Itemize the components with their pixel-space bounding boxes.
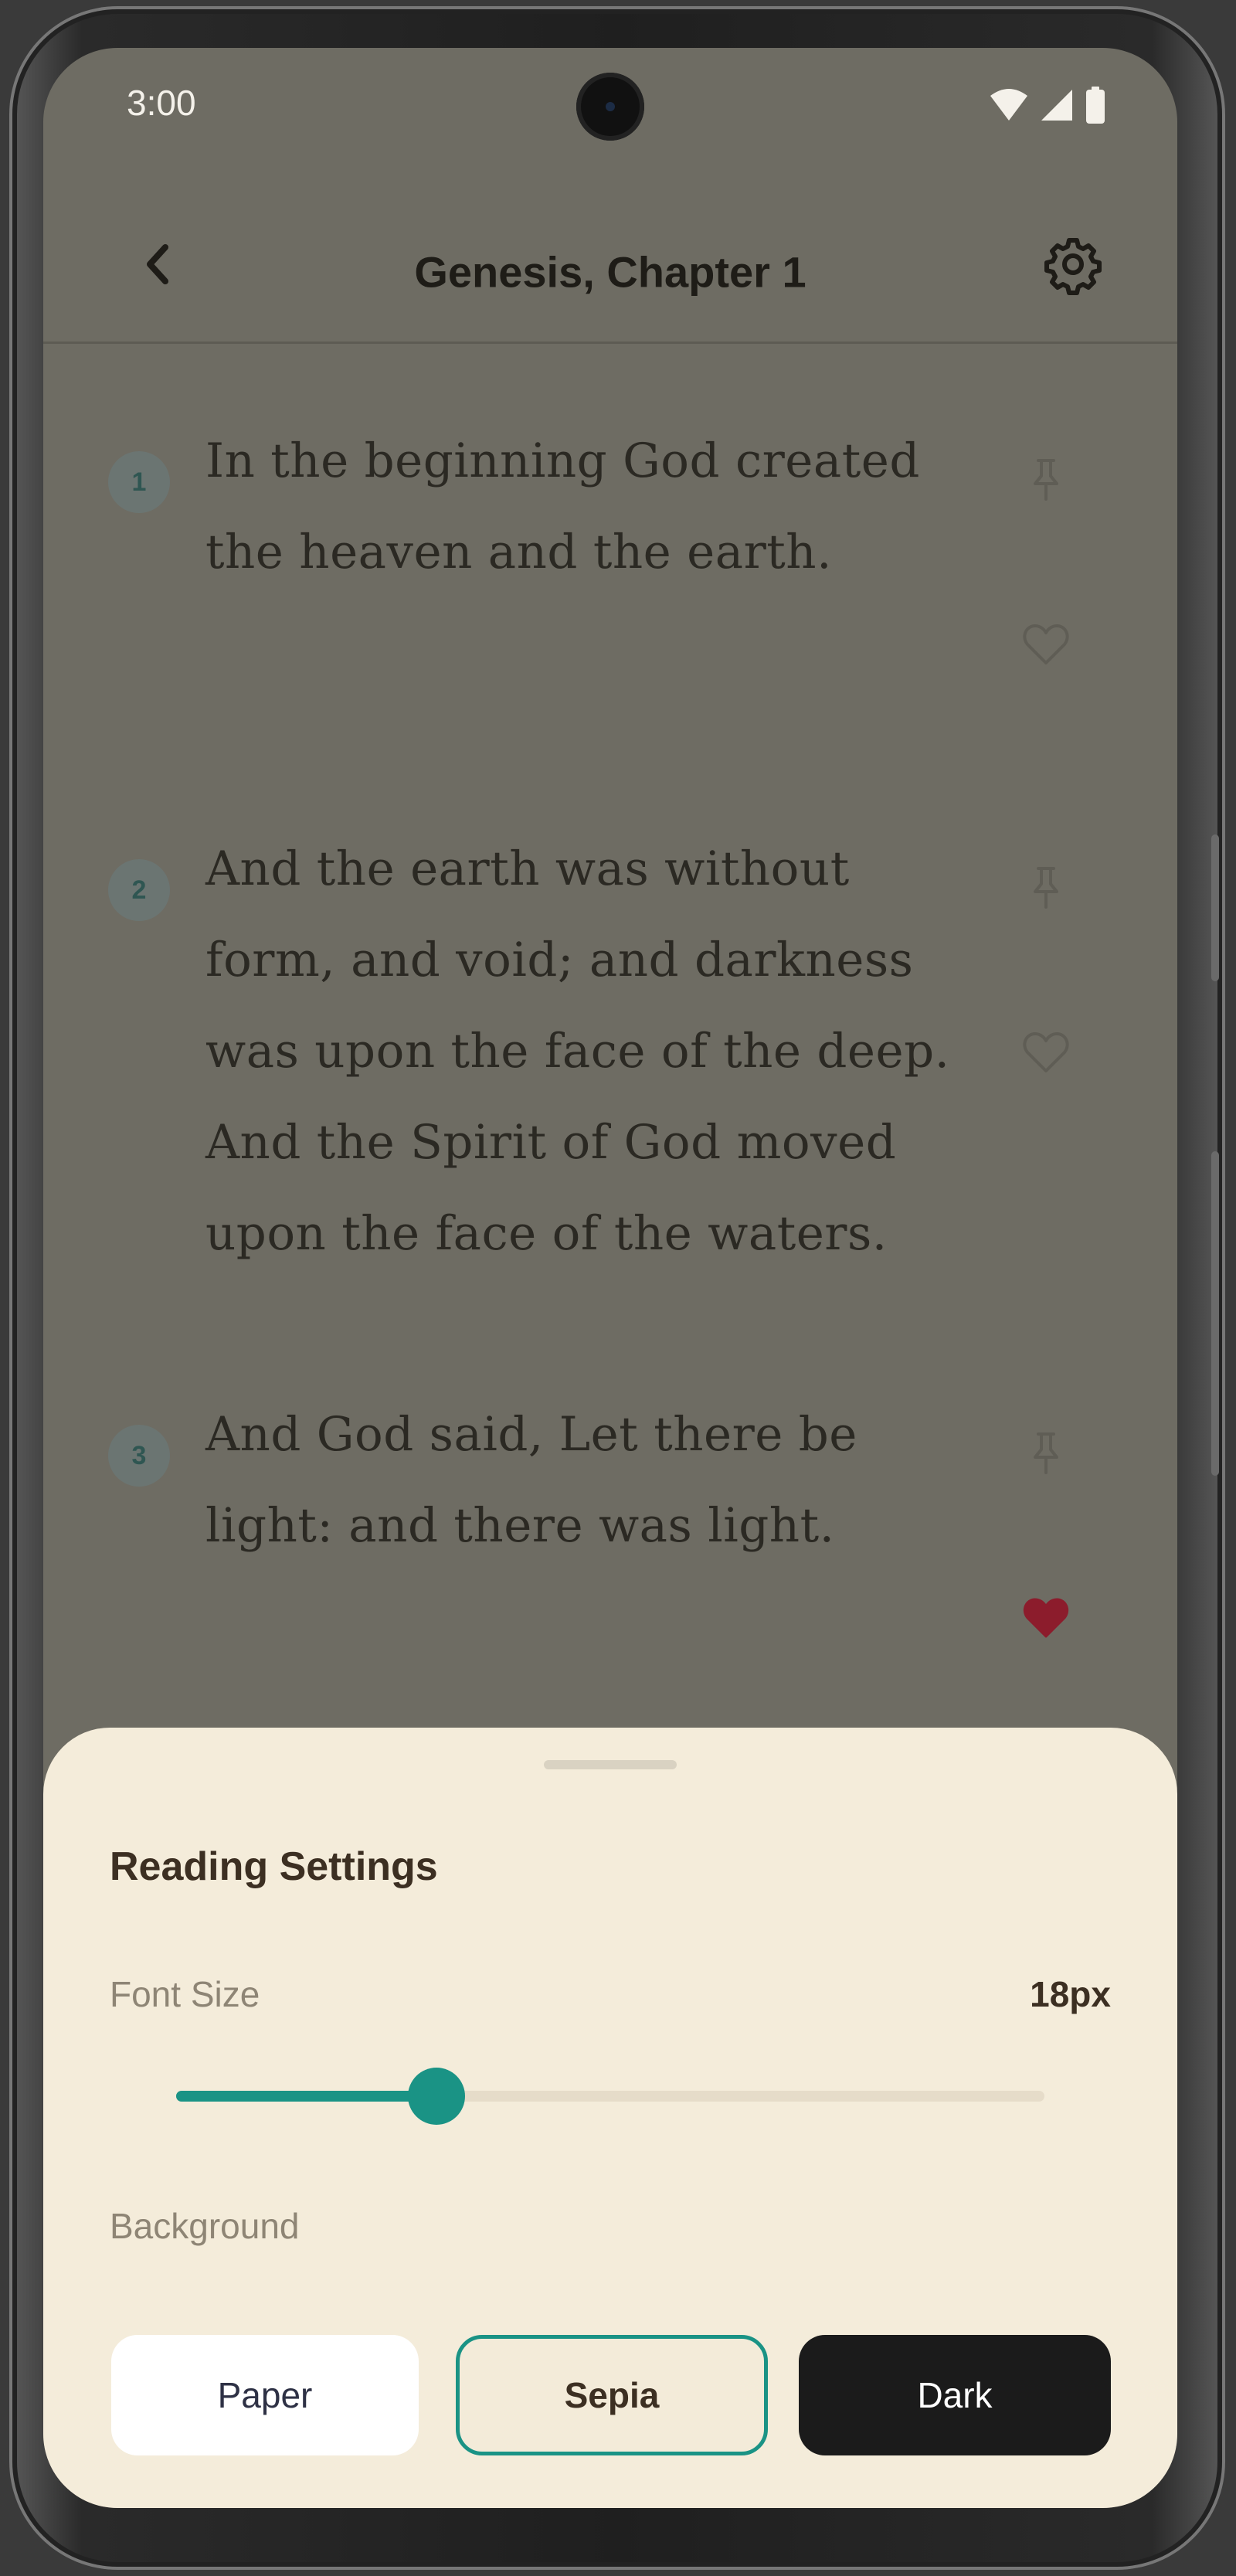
wifi-icon [990,89,1027,121]
background-dark-button[interactable]: Dark [799,2335,1111,2455]
heart-icon-filled[interactable] [1021,1593,1071,1643]
sheet-title: Reading Settings [110,1844,438,1889]
font-size-value: 18px [1030,1974,1111,2014]
heart-icon[interactable] [1021,620,1071,669]
verse-item[interactable]: 1 In the beginning God created the heave… [43,416,1177,740]
status-icons [989,87,1106,124]
status-time: 3:00 [127,83,196,123]
power-button [1211,834,1219,981]
signal-icon [1041,90,1072,121]
slider-fill [176,2091,437,2102]
screen: 3:00 Genesis, Chapter 1 1 In the beginni… [43,48,1177,2508]
background-label: Background [110,2206,300,2246]
app-bar: Genesis, Chapter 1 [43,187,1177,344]
settings-button[interactable] [1042,233,1104,295]
reading-settings-sheet: Reading Settings Font Size 18px Backgrou… [43,1728,1177,2508]
pin-icon[interactable] [1021,1428,1071,1477]
background-paper-button[interactable]: Paper [111,2335,419,2455]
verse-item[interactable]: 2 And the earth was without form, and vo… [43,824,1177,1318]
page-title: Genesis, Chapter 1 [414,247,806,297]
pin-icon[interactable] [1021,454,1071,504]
pin-icon[interactable] [1021,862,1071,912]
background-sepia-button[interactable]: Sepia [456,2335,768,2455]
font-size-slider[interactable] [176,2068,1044,2125]
verse-number-badge: 3 [108,1425,170,1487]
heart-icon[interactable] [1021,1028,1071,1077]
gear-icon [1044,238,1102,295]
verse-text: And the earth was without form, and void… [205,841,950,1261]
font-size-label: Font Size [110,1974,260,2014]
verse-text: In the beginning God created the heaven … [205,433,920,579]
verse-text: And God said, Let there be light: and th… [205,1407,857,1553]
volume-button [1211,1151,1219,1476]
battery-icon [1086,87,1105,124]
verse-item[interactable]: 3 And God said, Let there be light: and … [43,1389,1177,1698]
verse-number-badge: 2 [108,859,170,921]
drag-handle[interactable] [544,1760,677,1769]
verse-number-badge: 1 [108,451,170,513]
slider-thumb[interactable] [408,2068,466,2125]
camera-cutout [576,73,644,141]
status-bar: 3:00 [43,48,1177,164]
